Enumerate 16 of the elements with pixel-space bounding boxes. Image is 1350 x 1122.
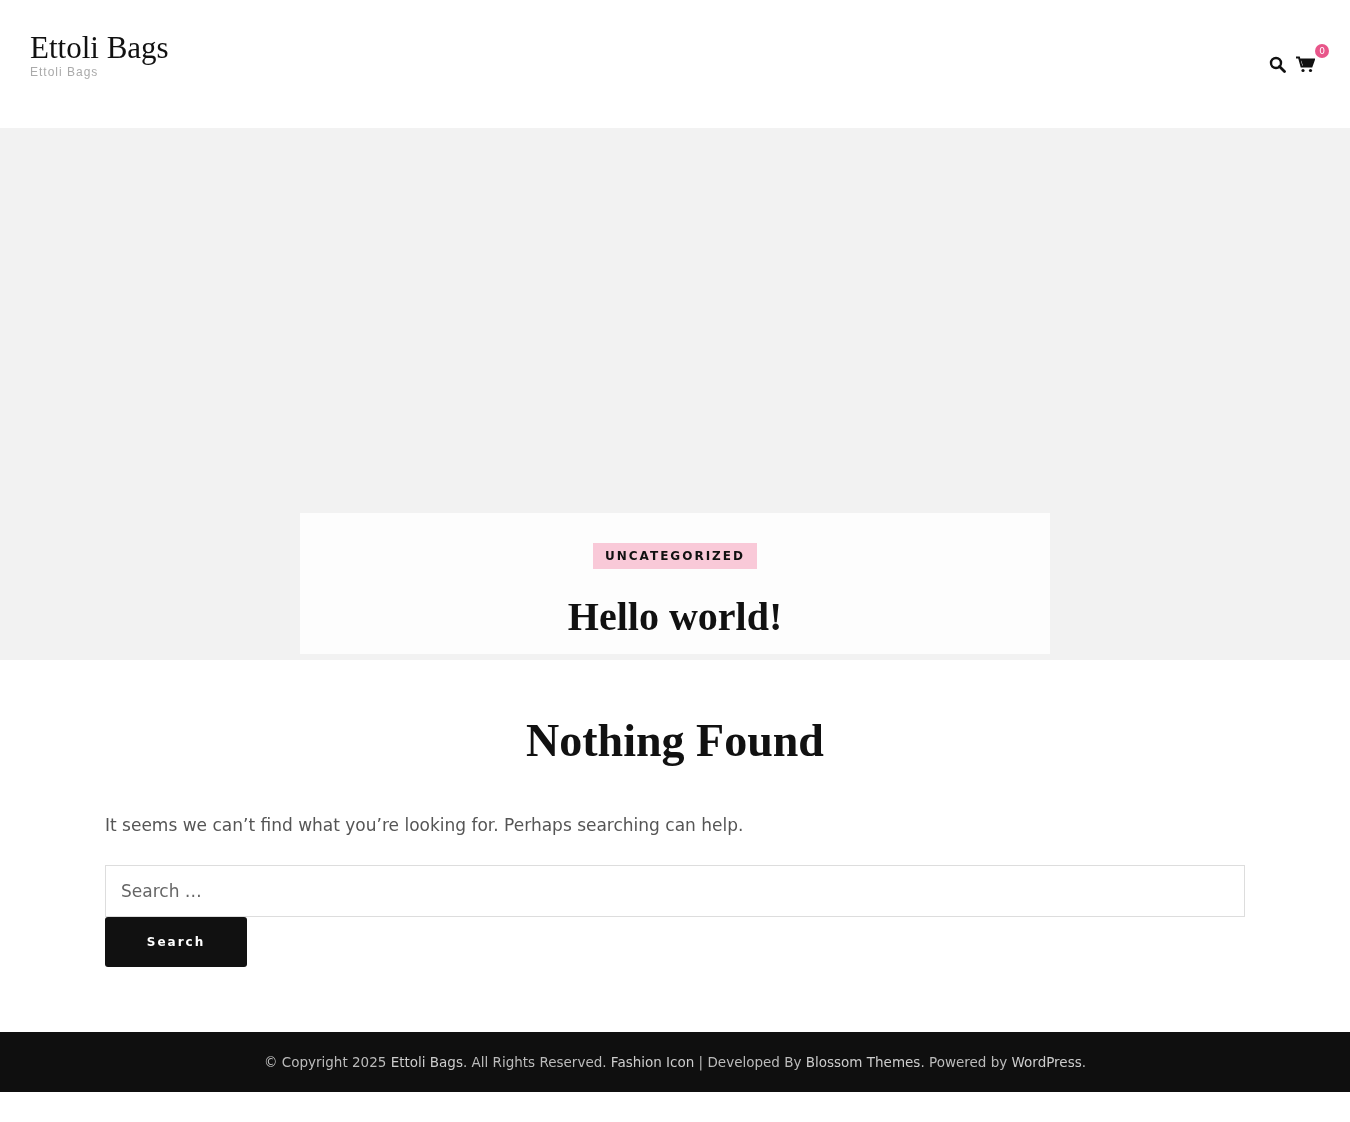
footer-link[interactable]: Fashion Icon bbox=[610, 1054, 695, 1070]
footer-link[interactable]: WordPress bbox=[1011, 1054, 1082, 1070]
cart-count: 0 bbox=[1315, 43, 1329, 58]
site-title[interactable]: Ettoli Bags bbox=[30, 30, 169, 66]
footer-link[interactable]: Ettoli Bags bbox=[390, 1054, 463, 1070]
message-text: It seems we can’t find what you’re looking for. Perhaps searching can help. bbox=[105, 815, 744, 835]
page-heading: Nothing Found bbox=[526, 714, 824, 767]
post-title: Hello world! bbox=[567, 593, 783, 640]
copyright-text: © Copyright 2025 Ettoli Bags. All Rights Reserved. Fashion Icon | Developed By Blossom Themes. Powered by WordPress. bbox=[263, 1054, 1087, 1070]
search-icon[interactable] bbox=[1269, 55, 1286, 73]
category-tag[interactable]: UNCATEGORIZED bbox=[593, 543, 757, 569]
cart-icon[interactable] bbox=[1296, 55, 1315, 73]
site-tagline: Ettoli Bags bbox=[30, 65, 100, 80]
footer-link[interactable]: Blossom Themes bbox=[805, 1054, 921, 1070]
search-field[interactable]: Search … bbox=[105, 865, 1245, 917]
search-button[interactable]: Search bbox=[105, 917, 247, 967]
